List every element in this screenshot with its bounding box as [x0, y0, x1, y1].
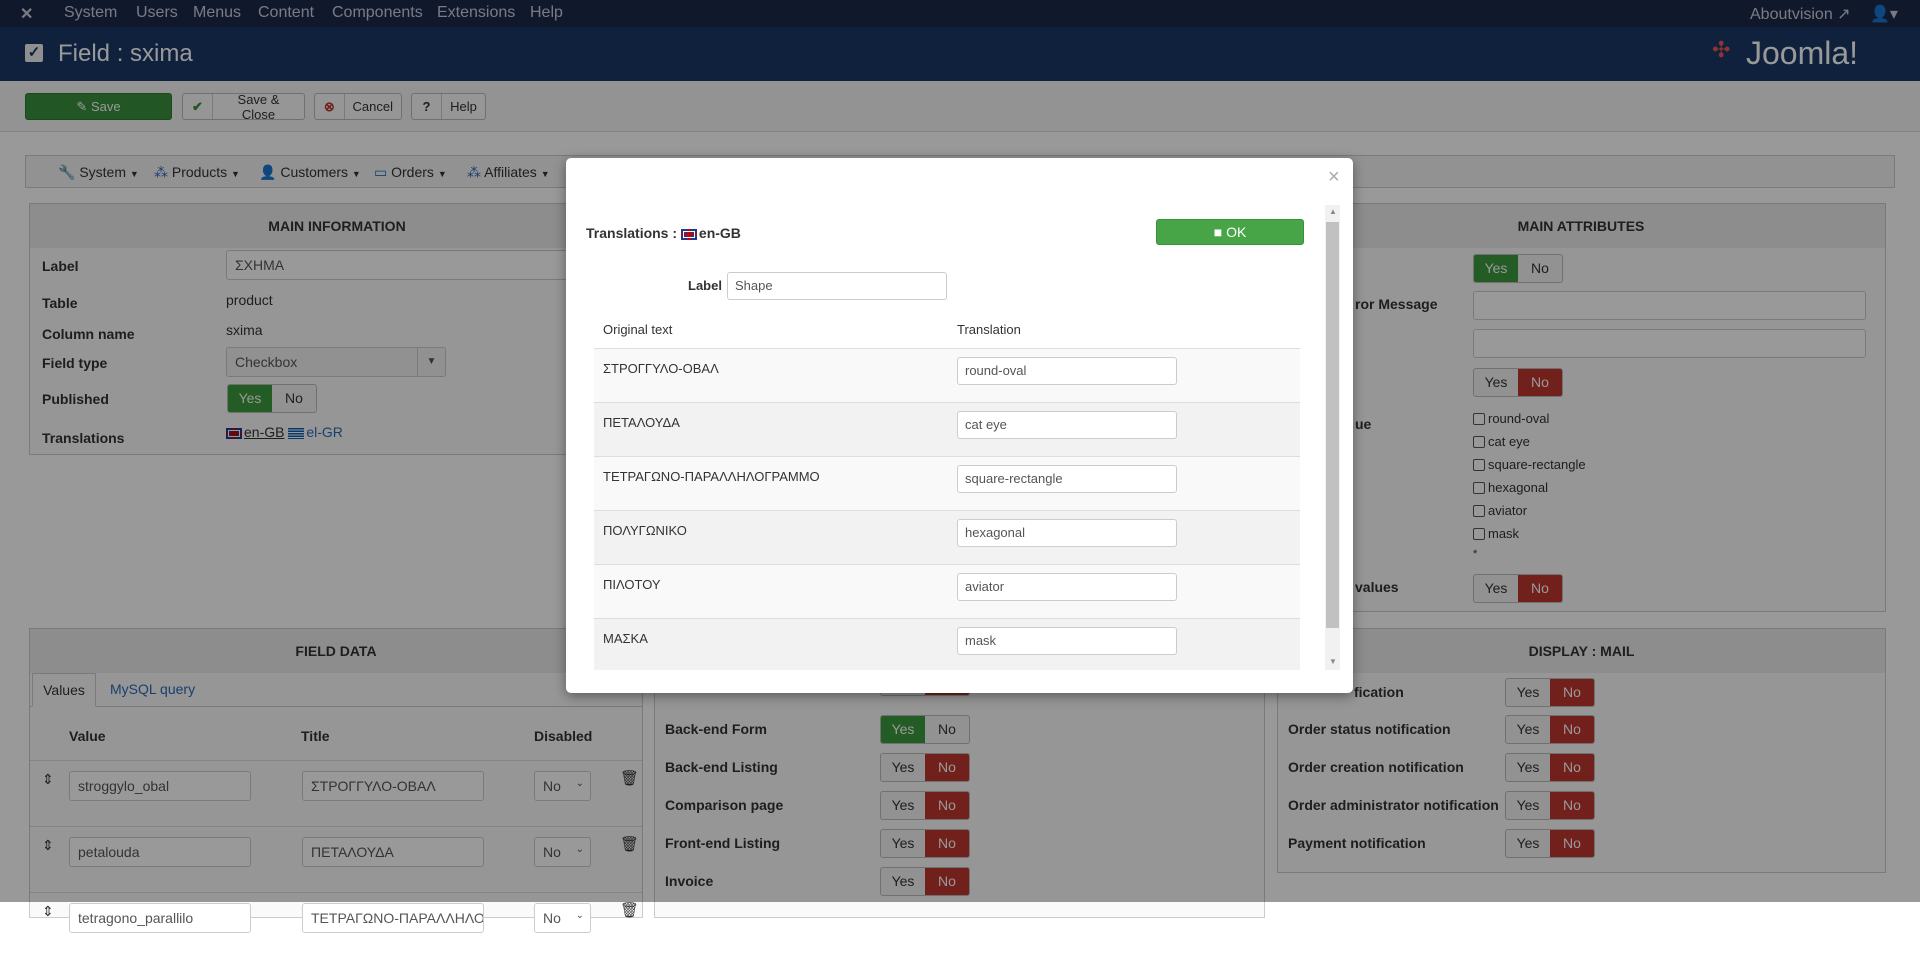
original-text: ΣΤΡΟΓΓΥΛΟ-ΟΒΑΛ	[603, 361, 719, 376]
scrollbar[interactable]: ▲ ▼	[1325, 205, 1340, 670]
scrollbar-thumb[interactable]	[1326, 222, 1339, 628]
ok-label: OK	[1226, 224, 1247, 240]
translation-row: ΣΤΡΟΓΓΥΛΟ-ΟΒΑΛ round-oval	[594, 348, 1300, 402]
translation-input[interactable]: mask	[957, 627, 1177, 655]
drag-handle-icon[interactable]: ⇕	[42, 903, 54, 920]
label-input[interactable]: Shape	[727, 272, 947, 300]
trash-icon[interactable]: 🗑	[620, 901, 639, 919]
value-input[interactable]: tetragono_parallilo	[69, 903, 251, 933]
ok-button[interactable]: ■ OK	[1156, 219, 1304, 245]
translation-row: ΠΟΛΥΓΩΝΙΚΟ hexagonal	[594, 510, 1300, 564]
scroll-up-icon[interactable]: ▲	[1329, 207, 1337, 216]
translation-input[interactable]: hexagonal	[957, 519, 1177, 547]
title-input[interactable]: ΤΕΤΡΑΓΩΝΟ-ΠΑΡΑΛΛΗΛΟΓ	[302, 903, 484, 933]
save-icon: ■	[1213, 224, 1227, 240]
uk-flag-icon	[680, 228, 697, 240]
column-header-translation: Translation	[957, 322, 1021, 337]
label-label: Label	[688, 278, 722, 293]
modal-title-label: Translations :	[586, 225, 681, 241]
modal-language: en-GB	[698, 225, 741, 241]
original-text: ΜΑΣΚΑ	[603, 631, 648, 646]
translation-row: ΠΕΤΑΛΟΥΔΑ cat eye	[594, 402, 1300, 456]
translation-row: ΠΙΛΟΤΟΥ aviator	[594, 564, 1300, 618]
modal-scroll-area: Translations : en-GB ■ OK Label Shape Or…	[584, 205, 1325, 670]
disabled-select[interactable]: No ⌄	[534, 903, 591, 933]
translations-modal: × Translations : en-GB ■ OK Label Shape …	[566, 158, 1353, 693]
original-text: ΠΟΛΥΓΩΝΙΚΟ	[603, 523, 687, 538]
modal-title: Translations : en-GB	[586, 225, 741, 241]
close-icon[interactable]: ×	[1328, 166, 1340, 189]
translation-row: ΤΕΤΡΑΓΩΝΟ-ΠΑΡΑΛΛΗΛΟΓΡΑΜΜΟ square-rectangl…	[594, 456, 1300, 510]
translation-input[interactable]: aviator	[957, 573, 1177, 601]
scroll-down-icon[interactable]: ▼	[1329, 657, 1337, 666]
original-text: ΠΙΛΟΤΟΥ	[603, 577, 661, 592]
original-text: ΤΕΤΡΑΓΩΝΟ-ΠΑΡΑΛΛΗΛΟΓΡΑΜΜΟ	[603, 469, 820, 484]
disabled-value: No	[543, 910, 561, 926]
chevron-down-icon: ⌄	[575, 910, 584, 921]
translation-input[interactable]: round-oval	[957, 357, 1177, 385]
original-text: ΠΕΤΑΛΟΥΔΑ	[603, 415, 680, 430]
translation-row: ΜΑΣΚΑ mask	[594, 618, 1300, 670]
column-header-original: Original text	[603, 322, 673, 337]
translation-input[interactable]: cat eye	[957, 411, 1177, 439]
translation-input[interactable]: square-rectangle	[957, 465, 1177, 493]
